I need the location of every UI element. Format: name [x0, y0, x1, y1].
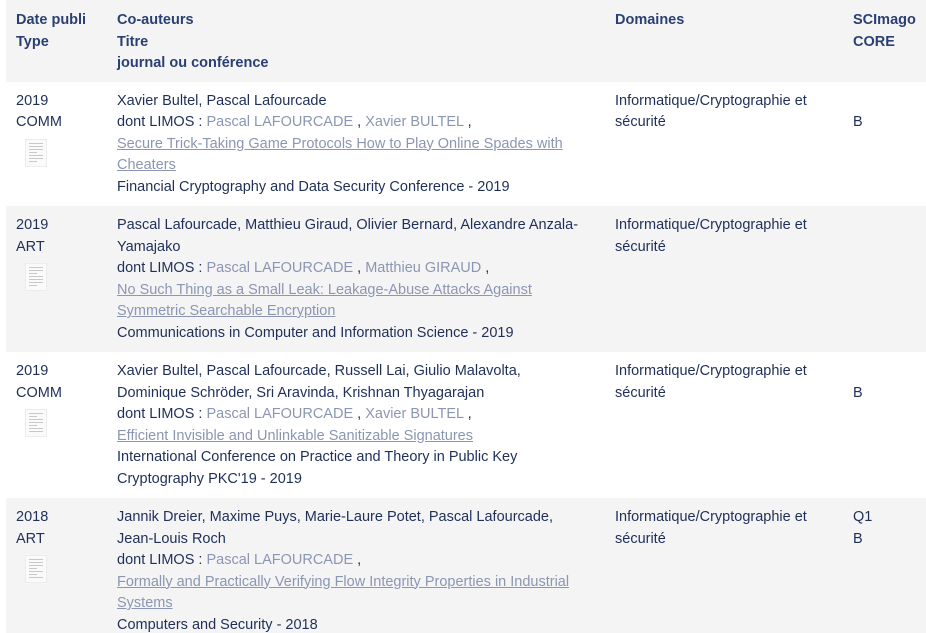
limos-label: dont LIMOS :: [117, 552, 203, 568]
limos-author-link[interactable]: Matthieu GIRAUD: [365, 260, 481, 276]
core-rank: B: [853, 114, 863, 130]
header-authors-title: Co-auteurs Titre journal ou conférence: [117, 0, 615, 82]
domain-cell: Informatique/Cryptographie et sécurité: [615, 82, 853, 207]
coauthors: Jannik Dreier, Maxime Puys, Marie-Laure …: [117, 509, 554, 547]
date-type-cell: 2018 ART: [6, 498, 117, 633]
table-row: 2018 ART Jannik Dreier, Maxime Puys, Mar…: [6, 498, 926, 633]
limos-label: dont LIMOS :: [117, 260, 203, 276]
header-type-label: Type: [16, 33, 49, 50]
document-thumbnail-icon[interactable]: [25, 409, 47, 437]
limos-authors-line: dont LIMOS : Pascal LAFOURCADE , Xavier …: [117, 114, 472, 130]
table-row: 2019 COMM Xavier Bultel, Pascal Lafourca…: [6, 352, 926, 498]
publication-domain: Informatique/Cryptographie et sécurité: [615, 217, 807, 255]
limos-author-link[interactable]: Xavier BULTEL: [365, 406, 463, 422]
header-date-type: Date publi Type: [6, 0, 117, 82]
ranking-cell: B: [853, 352, 926, 498]
authors-title-cell: Xavier Bultel, Pascal Lafourcade, Russel…: [117, 352, 615, 498]
publication-domain: Informatique/Cryptographie et sécurité: [615, 92, 807, 131]
publication-title-link[interactable]: Efficient Invisible and Unlinkable Sanit…: [117, 426, 605, 448]
publication-domain: Informatique/Cryptographie et sécurité: [615, 509, 807, 547]
ranking-cell: B: [853, 82, 926, 207]
authors-title-cell: Xavier Bultel, Pascal Lafourcade dont LI…: [117, 82, 615, 207]
table-row: 2019 COMM Xavier Bultel, Pascal Lafourca…: [6, 81, 926, 207]
ranking-cell: Q1 B: [853, 498, 926, 633]
scimago-rank: [853, 91, 926, 113]
limos-author-link[interactable]: Pascal LAFOURCADE: [206, 260, 353, 276]
coauthors: Pascal Lafourcade, Matthieu Giraud, Oliv…: [117, 217, 579, 255]
ranking-cell: [853, 206, 926, 352]
publication-year: 2018: [16, 509, 49, 525]
header-coauthors-label: Co-auteurs: [117, 12, 194, 28]
limos-authors-line: dont LIMOS : Pascal LAFOURCADE , Matthie…: [117, 260, 490, 276]
header-domains: Domaines: [615, 0, 853, 82]
publication-type: ART: [16, 238, 45, 255]
domain-cell: Informatique/Cryptographie et sécurité: [615, 498, 853, 633]
publication-domain: Informatique/Cryptographie et sécurité: [615, 363, 807, 401]
header-scimago-label: SCImago: [853, 12, 916, 28]
domain-cell: Informatique/Cryptographie et sécurité: [615, 206, 853, 352]
publication-type: ART: [16, 530, 45, 547]
date-type-cell: 2019 COMM: [6, 82, 117, 207]
core-rank: B: [853, 384, 863, 401]
limos-authors-line: dont LIMOS : Pascal LAFOURCADE , Xavier …: [117, 406, 472, 422]
publications-table: Date publi Type Co-auteurs Titre journal…: [6, 0, 926, 633]
limos-author-link[interactable]: Pascal LAFOURCADE: [206, 406, 353, 422]
header-core-label: CORE: [853, 33, 895, 50]
header-rankings: SCImago CORE: [853, 0, 926, 82]
publication-title-link[interactable]: Secure Trick-Taking Game Protocols How t…: [117, 134, 605, 177]
scimago-rank: Q1: [853, 509, 873, 525]
publication-title-link[interactable]: Formally and Practically Verifying Flow …: [117, 572, 605, 615]
limos-author-link[interactable]: Xavier BULTEL: [365, 114, 463, 130]
publication-venue: International Conference on Practice and…: [117, 449, 518, 487]
authors-title-cell: Pascal Lafourcade, Matthieu Giraud, Oliv…: [117, 206, 615, 352]
publication-type: COMM: [16, 114, 62, 130]
scimago-rank: [853, 361, 926, 383]
table-row: 2019 ART Pascal Lafourcade, Matthieu Gir…: [6, 206, 926, 352]
publication-type: COMM: [16, 384, 62, 401]
document-thumbnail-icon[interactable]: [25, 555, 47, 583]
header-venue-label: journal ou conférence: [117, 55, 269, 71]
publication-venue: Computers and Security - 2018: [117, 616, 318, 633]
table-header-row: Date publi Type Co-auteurs Titre journal…: [6, 0, 926, 82]
header-date-label: Date publi: [16, 12, 87, 28]
publication-year: 2019: [16, 363, 49, 379]
header-title-label: Titre: [117, 33, 149, 50]
date-type-cell: 2019 ART: [6, 206, 117, 352]
document-thumbnail-icon[interactable]: [25, 138, 47, 167]
limos-authors-line: dont LIMOS : Pascal LAFOURCADE ,: [117, 552, 362, 568]
limos-label: dont LIMOS :: [117, 114, 203, 130]
publication-year: 2019: [16, 92, 49, 109]
authors-title-cell: Jannik Dreier, Maxime Puys, Marie-Laure …: [117, 498, 615, 633]
header-domains-label: Domaines: [615, 12, 685, 28]
publication-title-link[interactable]: No Such Thing as a Small Leak: Leakage-A…: [117, 280, 605, 323]
date-type-cell: 2019 COMM: [6, 352, 117, 498]
limos-label: dont LIMOS :: [117, 406, 203, 422]
core-rank: B: [853, 530, 863, 547]
limos-author-link[interactable]: Pascal LAFOURCADE: [206, 114, 353, 130]
coauthors: Xavier Bultel, Pascal Lafourcade: [117, 92, 327, 109]
publication-venue: Financial Cryptography and Data Security…: [117, 178, 510, 195]
limos-author-link[interactable]: Pascal LAFOURCADE: [206, 552, 353, 568]
publication-venue: Communications in Computer and Informati…: [117, 324, 514, 341]
coauthors: Xavier Bultel, Pascal Lafourcade, Russel…: [117, 363, 521, 401]
document-thumbnail-icon[interactable]: [25, 263, 47, 291]
publication-year: 2019: [16, 217, 49, 233]
domain-cell: Informatique/Cryptographie et sécurité: [615, 352, 853, 498]
